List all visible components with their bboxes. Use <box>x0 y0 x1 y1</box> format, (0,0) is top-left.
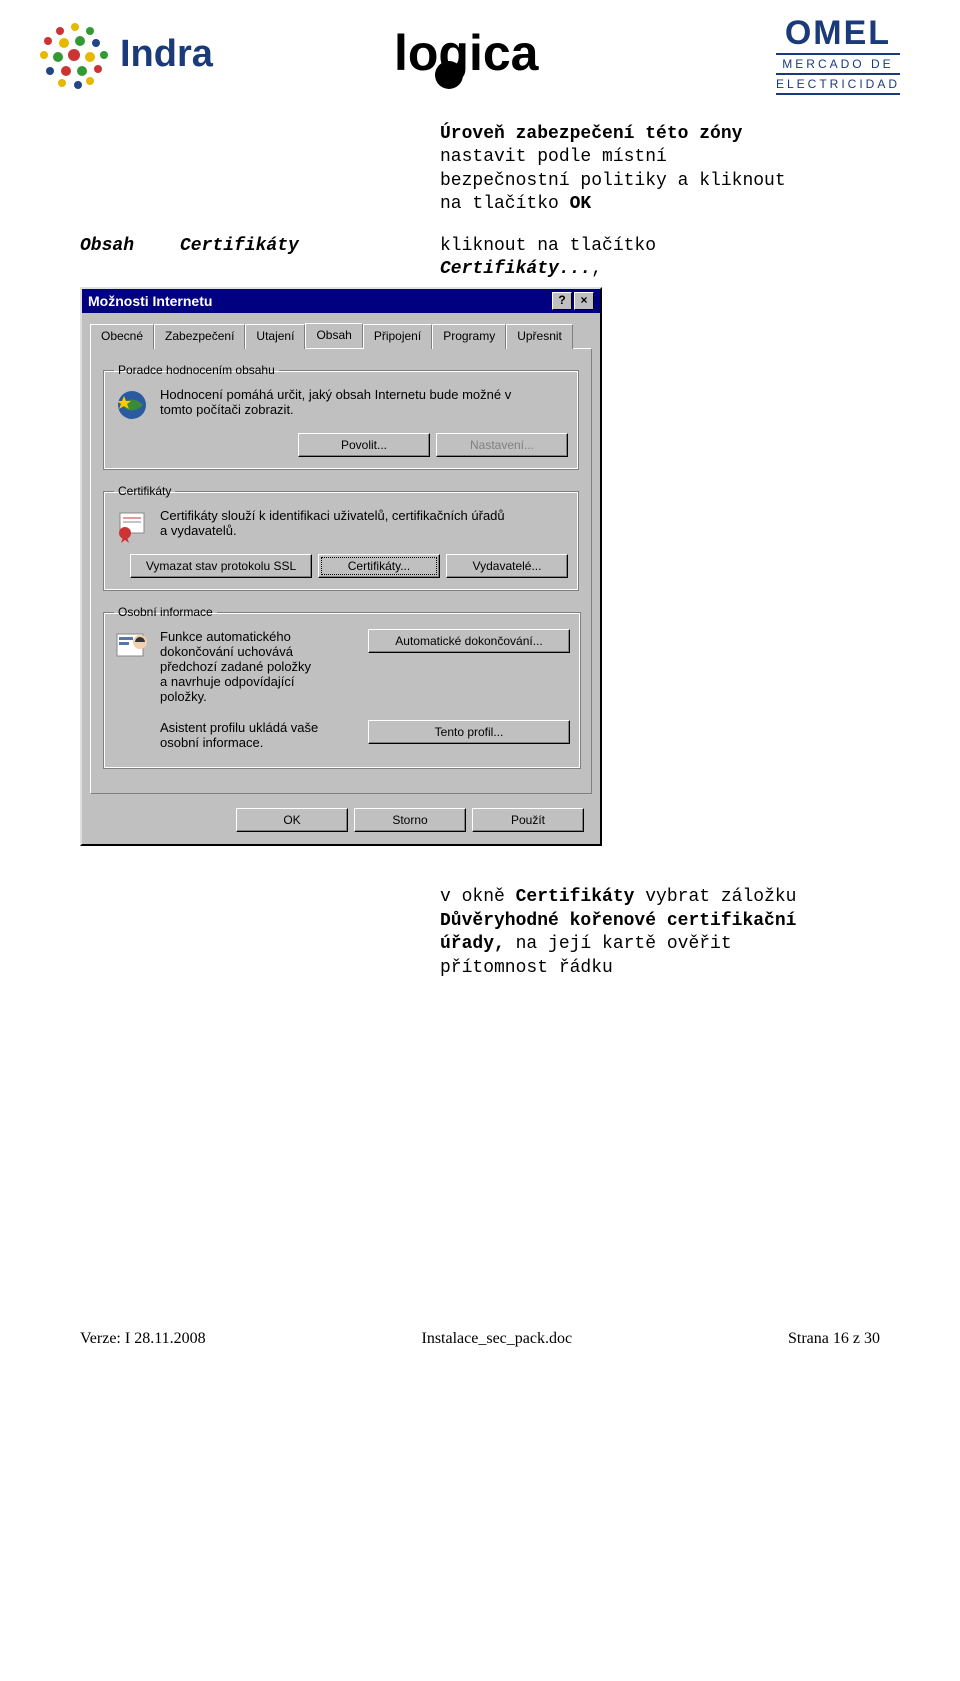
group-certificates-legend: Certifikáty <box>114 484 175 498</box>
group-personal-info-legend: Osobní informace <box>114 605 217 619</box>
profile-text: Asistent profilu ukládá vaše osobní info… <box>160 720 318 756</box>
close-button[interactable]: × <box>574 292 594 310</box>
publishers-button[interactable]: Vydavatelé... <box>446 554 568 578</box>
footer-version: Verze: I 28.11.2008 <box>80 1330 206 1348</box>
tab-advanced[interactable]: Upřesnit <box>506 324 573 349</box>
omel-sub1-text: MERCADO DE <box>776 53 900 75</box>
autocomplete-text: Funkce automatického dokončování uchováv… <box>160 629 311 704</box>
rating-text: Hodnocení pomáhá určit, jaký obsah Inter… <box>160 387 511 417</box>
group-content-advisor: Poradce hodnocením obsahu Hodnocení pomá… <box>103 363 579 470</box>
tab-connections[interactable]: Připojení <box>363 324 432 349</box>
globe-star-icon <box>114 387 150 423</box>
indra-text: Indra <box>120 33 213 76</box>
footer-page: Strana 16 z 30 <box>788 1330 880 1348</box>
tab-programs[interactable]: Programy <box>432 324 506 349</box>
internet-options-dialog: Možnosti Internetu ? × Obecné Zabezpečen… <box>80 287 602 846</box>
omel-logo: OMEL MERCADO DE ELECTRICIDAD <box>776 14 900 95</box>
profile-button[interactable]: Tento profil... <box>368 720 570 744</box>
group-personal-info: Osobní informace Funkce automatického do… <box>103 605 581 769</box>
group-content-advisor-legend: Poradce hodnocením obsahu <box>114 363 279 377</box>
footer-filename: Instalace_sec_pack.doc <box>422 1330 573 1348</box>
certificate-icon <box>114 508 150 544</box>
logica-logo: logica <box>394 15 594 95</box>
ok-button[interactable]: OK <box>236 808 348 832</box>
autocomplete-icon <box>114 629 150 665</box>
col-section: Obsah <box>80 235 180 258</box>
cancel-button[interactable]: Storno <box>354 808 466 832</box>
indra-dots-icon <box>30 15 120 95</box>
dialog-titlebar: Možnosti Internetu ? × <box>82 289 600 313</box>
page-footer: Verze: I 28.11.2008 Instalace_sec_pack.d… <box>0 1330 960 1378</box>
tab-panel-content: Poradce hodnocením obsahu Hodnocení pomá… <box>90 348 592 794</box>
tab-general[interactable]: Obecné <box>90 324 154 349</box>
col-item: Certifikáty <box>180 235 440 258</box>
blank-icon <box>114 720 150 756</box>
help-button[interactable]: ? <box>552 292 572 310</box>
paragraph-verify-tab: v okně Certifikáty vybrat záložku Důvěry… <box>440 886 900 980</box>
omel-sub2-text: ELECTRICIDAD <box>776 75 900 95</box>
col-action: kliknout na tlačítko Certifikáty..., <box>440 235 900 282</box>
apply-button[interactable]: Použít <box>472 808 584 832</box>
dialog-title: Možnosti Internetu <box>88 293 212 309</box>
tab-content[interactable]: Obsah <box>305 323 362 348</box>
group-certificates: Certifikáty Certifikáty slouží k identif… <box>103 484 579 591</box>
omel-main-text: OMEL <box>776 14 900 53</box>
svg-text:logica: logica <box>394 25 540 81</box>
paragraph-security-zone: Úroveň zabezpečení této zóny nastavit po… <box>440 123 900 217</box>
enable-button[interactable]: Povolit... <box>298 433 430 457</box>
cert-text: Certifikáty slouží k identifikaci uživat… <box>160 508 505 538</box>
autocomplete-button[interactable]: Automatické dokončování... <box>368 629 570 653</box>
logo-bar: Indra logica OMEL MERCADO DE ELECTRICIDA… <box>0 0 960 99</box>
tab-privacy[interactable]: Utajení <box>245 324 305 349</box>
indra-logo: Indra <box>30 15 213 95</box>
tab-security[interactable]: Zabezpečení <box>154 324 245 349</box>
tab-strip: Obecné Zabezpečení Utajení Obsah Připoje… <box>82 313 600 348</box>
settings-button[interactable]: Nastavení... <box>436 433 568 457</box>
instruction-row: Obsah Certifikáty kliknout na tlačítko C… <box>80 235 900 282</box>
dialog-button-row: OK Storno Použít <box>82 802 600 844</box>
clear-ssl-button[interactable]: Vymazat stav protokolu SSL <box>130 554 312 578</box>
certificates-button[interactable]: Certifikáty... <box>318 554 440 578</box>
